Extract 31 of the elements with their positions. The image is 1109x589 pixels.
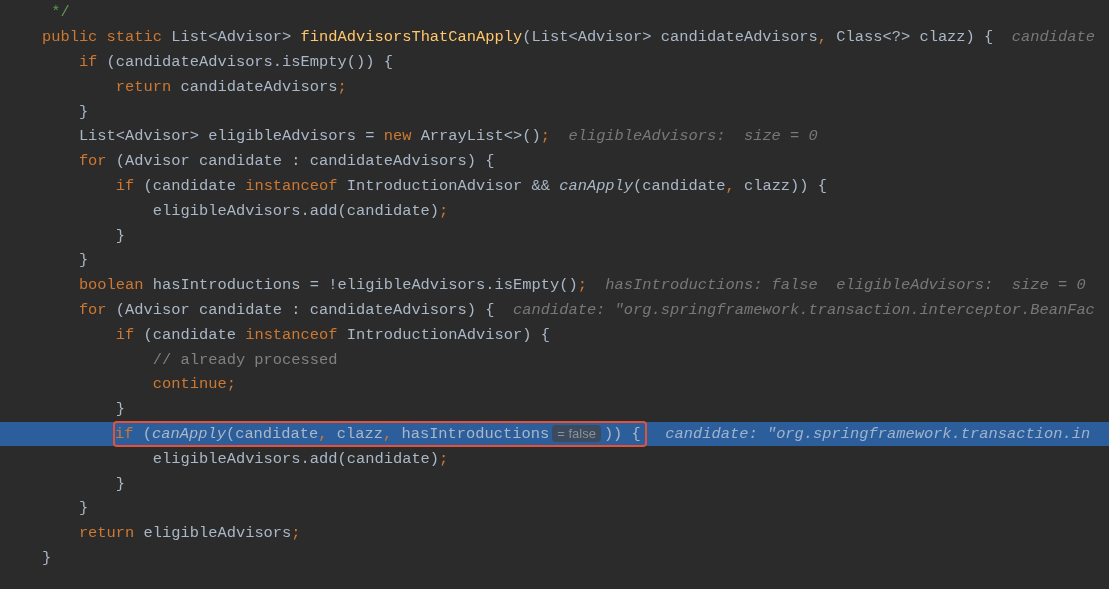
- code-line: List<Advisor> eligibleAdvisors = new ArrayList<>();: [77, 127, 550, 146]
- code-line: return eligibleAdvisors;: [77, 524, 301, 543]
- code-line: )) {: [603, 424, 641, 443]
- inline-value-hint: candidate: [1011, 28, 1095, 47]
- code-line: eligibleAdvisors.add(candidate);: [151, 201, 449, 220]
- code-line: // already processed: [151, 350, 338, 369]
- code-line: for (Advisor candidate : candidateAdvisors) {: [77, 300, 495, 319]
- code-line: }: [77, 102, 89, 121]
- code-line: public static List<Advisor> findAdvisorsThatCanApply(List<Advisor> candidateAdvisors, Class<?> clazz) {: [40, 28, 994, 47]
- code-line: */: [50, 3, 70, 22]
- inline-value-hint: candidate: "org.springframework.transaction.interceptor.BeanFac: [513, 300, 1095, 319]
- value-badge: = false: [552, 425, 601, 443]
- code-line: boolean hasIntroductions = !eligibleAdvisors.isEmpty();: [77, 276, 587, 295]
- code-line: }: [114, 400, 126, 419]
- inline-value-hint: eligibleAdvisors: size = 0: [836, 276, 1086, 295]
- inline-value-hint: candidate: "org.springframework.transaction.in: [665, 424, 1091, 443]
- code-line: continue;: [151, 375, 236, 394]
- code-line: if (candidate instanceof IntroductionAdvisor && canApply(candidate, clazz)) {: [114, 176, 828, 195]
- code-line: if (candidate instanceof IntroductionAdvisor) {: [114, 325, 550, 344]
- code-line: return candidateAdvisors;: [114, 77, 347, 96]
- code-line: }: [40, 548, 52, 567]
- code-line: for (Advisor candidate : candidateAdvisors) {: [77, 152, 495, 171]
- code-line: }: [114, 226, 126, 245]
- inline-value-hint: hasIntroductions: false: [605, 276, 818, 295]
- code-line: }: [114, 474, 126, 493]
- code-line: eligibleAdvisors.add(candidate);: [151, 449, 449, 468]
- inline-value-hint: eligibleAdvisors: size = 0: [568, 127, 818, 146]
- code-line: if (candidateAdvisors.isEmpty()) {: [77, 53, 393, 71]
- code-line: }: [77, 251, 89, 270]
- code-line: }: [77, 499, 89, 518]
- code-line: if (canApply(candidate, clazz, hasIntroductions: [115, 424, 550, 443]
